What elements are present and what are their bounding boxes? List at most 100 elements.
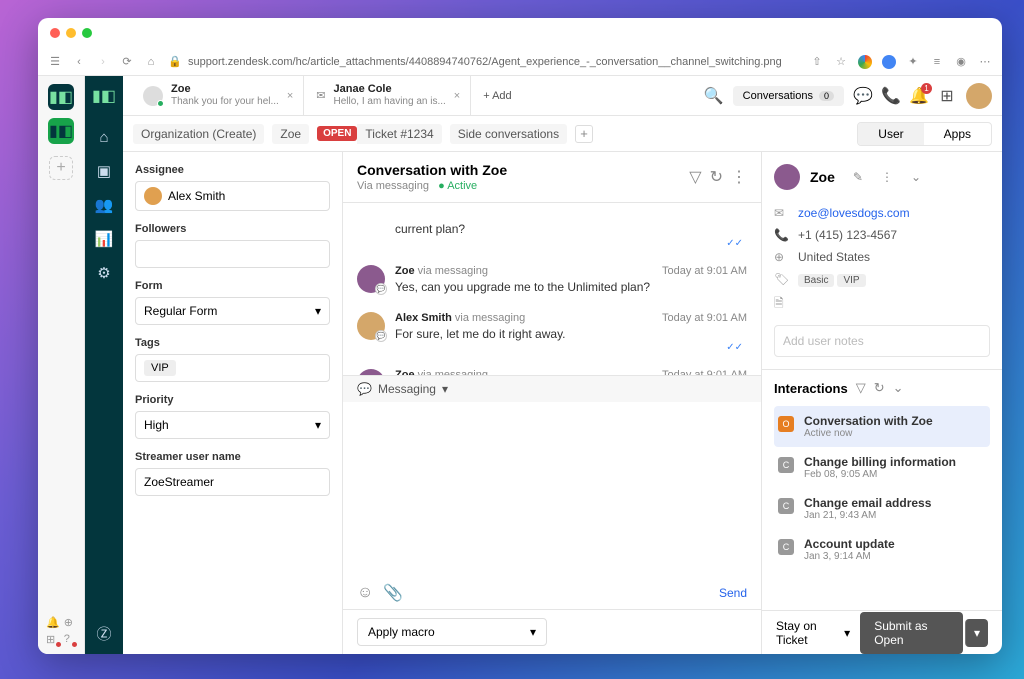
back-icon[interactable]: ‹ bbox=[72, 55, 86, 69]
avatar-icon: 💬 bbox=[357, 312, 385, 340]
toggle-user[interactable]: User bbox=[858, 123, 923, 145]
interaction-item[interactable]: CAccount updateJan 3, 9:14 AM bbox=[774, 529, 990, 570]
chevron-down-icon: ▾ bbox=[315, 418, 321, 432]
add-tab[interactable]: + Add bbox=[473, 76, 521, 115]
history-icon[interactable]: ↻ bbox=[710, 167, 723, 187]
chevron-down-icon[interactable]: ⌄ bbox=[911, 170, 921, 184]
more-icon[interactable]: ⋮ bbox=[731, 167, 747, 187]
zendesk-icon[interactable]: Ⓩ bbox=[95, 624, 113, 642]
sidebar-icon[interactable]: ☰ bbox=[48, 55, 62, 69]
conversations-button[interactable]: Conversations 0 bbox=[733, 86, 844, 106]
edit-icon[interactable]: ✎ bbox=[853, 170, 863, 184]
stay-on-ticket[interactable]: Stay on Ticket▾ bbox=[776, 619, 850, 647]
user-email-link[interactable]: zoe@lovesdogs.com bbox=[798, 206, 910, 220]
toggle-apps[interactable]: Apps bbox=[924, 123, 991, 145]
current-user-avatar[interactable] bbox=[966, 83, 992, 109]
breadcrumb-bar: Organization (Create) Zoe OPEN Ticket #1… bbox=[123, 116, 1002, 152]
ticket-fields-panel: Assignee Alex Smith Followers Form Regul… bbox=[123, 152, 343, 654]
globe-icon: ⊕ bbox=[774, 250, 788, 264]
message-row: 💬Alex Smith via messagingToday at 9:01 A… bbox=[357, 304, 747, 362]
send-button[interactable]: Send bbox=[719, 586, 747, 600]
star-icon[interactable]: ☆ bbox=[834, 55, 848, 69]
app-tile-2[interactable]: ▮◧ bbox=[48, 118, 74, 144]
right-panel-toggle[interactable]: User Apps bbox=[857, 122, 992, 146]
note-icon: 🗎 bbox=[774, 294, 788, 315]
search-icon[interactable]: 🔍 bbox=[705, 87, 723, 105]
close-tab-icon[interactable]: × bbox=[287, 90, 293, 102]
crumb-org[interactable]: Organization (Create) bbox=[133, 124, 264, 144]
ticket-id[interactable]: Ticket #1234 bbox=[357, 124, 441, 144]
composer-channel-select[interactable]: 💬 Messaging ▾ bbox=[343, 375, 761, 402]
lock-icon: 🔒 bbox=[168, 55, 182, 69]
list-icon[interactable]: ≡ bbox=[930, 55, 944, 69]
tab-zoe[interactable]: ZoeThank you for your hel... × bbox=[133, 76, 304, 115]
interaction-item[interactable]: OConversation with ZoeActive now bbox=[774, 406, 990, 447]
mail-icon: ✉ bbox=[774, 206, 788, 220]
tags-field[interactable]: VIP bbox=[135, 354, 330, 382]
submit-button[interactable]: Submit as Open bbox=[860, 612, 963, 654]
reload-icon[interactable]: ⟳ bbox=[120, 55, 134, 69]
users-nav-icon[interactable]: 👥 bbox=[95, 196, 113, 214]
submit-split[interactable]: ▾ bbox=[965, 619, 988, 647]
more-icon[interactable]: ⋮ bbox=[881, 170, 893, 184]
inbox-nav-icon[interactable]: ▣ bbox=[95, 162, 113, 180]
side-conversations[interactable]: Side conversations bbox=[450, 124, 567, 144]
ext2-icon[interactable] bbox=[882, 55, 896, 69]
add-app-tile[interactable]: + bbox=[49, 156, 73, 180]
phone-icon[interactable]: 📞 bbox=[882, 87, 900, 105]
globe-mini-icon[interactable]: ⊕ bbox=[64, 616, 76, 629]
window-traffic-lights bbox=[38, 18, 1002, 48]
home-icon[interactable]: ⌂ bbox=[144, 55, 158, 69]
followers-field[interactable] bbox=[135, 240, 330, 268]
emoji-icon[interactable]: ☺ bbox=[357, 584, 373, 602]
chevron-down-icon[interactable]: ⌄ bbox=[893, 380, 904, 396]
message-row: 💬Zoe via messagingToday at 9:01 AMinvoic… bbox=[357, 361, 747, 374]
filter-icon[interactable]: ▽ bbox=[689, 167, 701, 187]
browser-toolbar: ☰ ‹ › ⟳ ⌂ 🔒 support.zendesk.com/hc/artic… bbox=[38, 48, 1002, 76]
user-notes-input[interactable]: Add user notes bbox=[774, 325, 990, 357]
chevron-down-icon: ▾ bbox=[442, 382, 448, 396]
streamer-field[interactable]: ZoeStreamer bbox=[135, 468, 330, 496]
nav-rail: ▮◧ ⌂ ▣ 👥 📊 ⚙ Ⓩ bbox=[85, 76, 123, 654]
chevron-down-icon: ▾ bbox=[315, 304, 321, 318]
attach-icon[interactable]: 📎 bbox=[383, 583, 403, 603]
chat-icon[interactable]: 💬 bbox=[854, 87, 872, 105]
bell-mini-icon[interactable]: 🔔 bbox=[46, 616, 60, 629]
composer-input[interactable] bbox=[343, 402, 761, 578]
add-side-conv[interactable]: + bbox=[575, 125, 593, 143]
max-dot[interactable] bbox=[82, 28, 92, 38]
stats-nav-icon[interactable]: 📊 bbox=[95, 230, 113, 248]
rail-footer-icons: 🔔 ⊕ ⊞ ? bbox=[38, 616, 84, 646]
apps-grid-icon[interactable]: ⊞ bbox=[938, 87, 956, 105]
profile-icon[interactable]: ◉ bbox=[954, 55, 968, 69]
forward-icon[interactable]: › bbox=[96, 55, 110, 69]
crumb-zoe[interactable]: Zoe bbox=[272, 124, 309, 144]
help-mini-icon[interactable]: ? bbox=[64, 633, 76, 646]
app-switcher-rail: ▮◧ ▮◧ + 🔔 ⊕ ⊞ ? bbox=[38, 76, 85, 654]
ext1-icon[interactable] bbox=[858, 55, 872, 69]
bell-icon[interactable]: 🔔1 bbox=[910, 87, 928, 105]
menu-icon[interactable]: ⋯ bbox=[978, 55, 992, 69]
priority-select[interactable]: High▾ bbox=[135, 411, 330, 439]
home-nav-icon[interactable]: ⌂ bbox=[95, 128, 113, 146]
assignee-field[interactable]: Alex Smith bbox=[135, 181, 330, 211]
form-select[interactable]: Regular Form▾ bbox=[135, 297, 330, 325]
url-text: support.zendesk.com/hc/article_attachmen… bbox=[188, 56, 782, 68]
interaction-item[interactable]: CChange billing informationFeb 08, 9:05 … bbox=[774, 447, 990, 488]
tab-janae[interactable]: ✉ Janae ColeHello, I am having an is... … bbox=[306, 76, 471, 115]
share-icon[interactable]: ⇧ bbox=[810, 55, 824, 69]
settings-nav-icon[interactable]: ⚙ bbox=[95, 264, 113, 282]
close-dot[interactable] bbox=[50, 28, 60, 38]
macro-select[interactable]: Apply macro▾ bbox=[357, 618, 547, 646]
brand-icon[interactable]: ▮◧ bbox=[92, 86, 116, 106]
chevron-down-icon: ▾ bbox=[844, 626, 850, 640]
interaction-item[interactable]: CChange email addressJan 21, 9:43 AM bbox=[774, 488, 990, 529]
puzzle-icon[interactable]: ✦ bbox=[906, 55, 920, 69]
grid-mini-icon[interactable]: ⊞ bbox=[46, 633, 60, 646]
close-tab-icon[interactable]: × bbox=[454, 90, 460, 102]
min-dot[interactable] bbox=[66, 28, 76, 38]
filter-icon[interactable]: ▽ bbox=[856, 380, 866, 396]
message-row: 💬Zoe via messagingToday at 9:01 AMYes, c… bbox=[357, 257, 747, 304]
app-tile-1[interactable]: ▮◧ bbox=[48, 84, 74, 110]
refresh-icon[interactable]: ↻ bbox=[874, 380, 885, 396]
